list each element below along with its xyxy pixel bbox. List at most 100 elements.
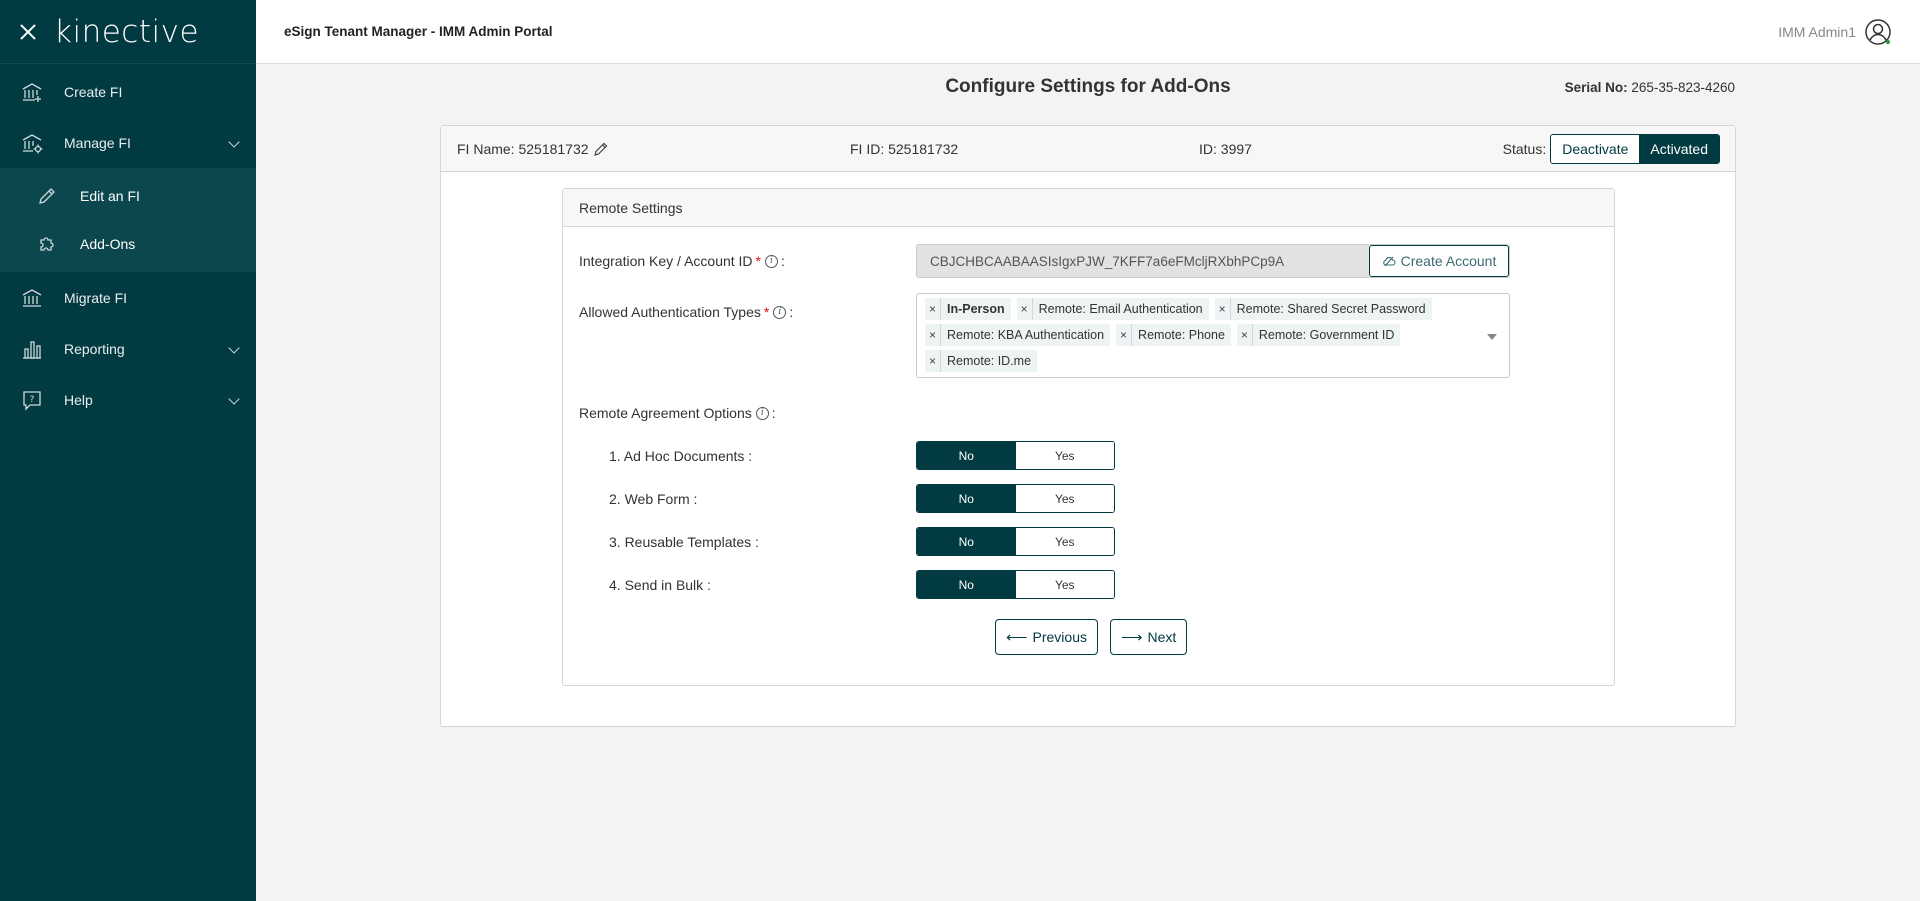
remove-tag-icon[interactable]: ×	[1237, 324, 1253, 346]
create-account-button[interactable]: Create Account	[1369, 245, 1509, 277]
ad-hoc-yes-button[interactable]: Yes	[1015, 442, 1114, 469]
previous-button[interactable]: ⟵ Previous	[995, 619, 1098, 655]
tag-label: Remote: Phone	[1138, 328, 1225, 342]
label-colon: :	[771, 405, 776, 421]
web-form-no-button[interactable]: No	[917, 485, 1016, 512]
edit-pencil-icon[interactable]	[593, 141, 609, 157]
dropdown-arrow-icon[interactable]	[1487, 334, 1497, 340]
serial-label: Serial No:	[1564, 80, 1628, 95]
integration-key-label: Integration Key / Account ID * i :	[579, 253, 785, 269]
required-marker: *	[763, 304, 770, 320]
sidebar-item-migrate-fi[interactable]: Migrate FI	[0, 272, 256, 323]
status-group: Status: Deactivate Activated	[1503, 134, 1720, 164]
app-title: eSign Tenant Manager - IMM Admin Portal	[284, 24, 553, 39]
option-reusable-templates-label: 3. Reusable Templates :	[609, 534, 759, 550]
fi-id: FI ID: 525181732	[850, 141, 959, 157]
web-form-toggle: No Yes	[916, 484, 1115, 513]
info-icon[interactable]: i	[755, 406, 769, 420]
bank-plus-icon	[20, 80, 44, 104]
serial-value: 265-35-823-4260	[1631, 80, 1735, 95]
sidebar-item-label: Add-Ons	[80, 236, 136, 252]
top-bar: eSign Tenant Manager - IMM Admin Portal …	[256, 0, 1920, 64]
reusable-templates-no-button[interactable]: No	[917, 528, 1016, 555]
label-colon: :	[789, 304, 794, 320]
required-marker: *	[755, 253, 761, 269]
auth-tag: × Remote: Email Authentication	[1016, 298, 1209, 320]
remove-tag-icon[interactable]: ×	[1116, 324, 1133, 346]
sidebar-item-add-ons[interactable]: Add-Ons	[0, 220, 256, 268]
settings-card: FI Name: 525181732 FI ID: 525181732 ID: …	[440, 125, 1736, 727]
bank-gear-icon	[20, 131, 44, 155]
option-ad-hoc-label: 1. Ad Hoc Documents :	[609, 448, 753, 464]
user-name: IMM Admin1	[1778, 23, 1856, 40]
user-menu[interactable]: IMM Admin1	[1778, 18, 1892, 46]
option-web-form-label: 2. Web Form :	[609, 491, 698, 507]
user-avatar-icon	[1864, 18, 1892, 46]
agreement-options-label-text: Remote Agreement Options	[579, 405, 752, 421]
sidebar-item-label: Edit an FI	[80, 188, 140, 204]
puzzle-icon	[36, 233, 58, 255]
logo: kinective	[54, 13, 200, 50]
bank-icon	[20, 286, 44, 310]
close-icon[interactable]	[20, 24, 36, 40]
sidebar-item-manage-fi[interactable]: Manage FI	[0, 117, 256, 168]
remove-tag-icon[interactable]: ×	[925, 298, 941, 320]
help-icon: ?	[20, 388, 44, 412]
send-in-bulk-toggle: No Yes	[916, 570, 1115, 599]
remote-settings-title: Remote Settings	[563, 189, 1614, 227]
send-in-bulk-yes-button[interactable]: Yes	[1015, 571, 1114, 598]
bar-chart-icon	[20, 337, 44, 361]
sidebar-item-reporting[interactable]: Reporting	[0, 323, 256, 374]
chevron-down-icon	[228, 393, 240, 405]
info-icon[interactable]: i	[765, 254, 778, 268]
label-colon: :	[781, 253, 785, 269]
auth-types-multiselect[interactable]: × In-Person × Remote: Email Authentication…	[916, 293, 1510, 378]
next-button[interactable]: ⟶ Next	[1110, 619, 1188, 655]
ad-hoc-no-button[interactable]: No	[917, 442, 1016, 469]
tag-label: Remote: ID.me	[947, 354, 1032, 368]
svg-text:?: ?	[30, 395, 35, 405]
remove-tag-icon[interactable]: ×	[925, 324, 941, 346]
status-toggle: Deactivate Activated	[1550, 134, 1720, 164]
chevron-down-icon	[228, 342, 240, 354]
auth-types-label: Allowed Authentication Types * i :	[579, 304, 793, 320]
remote-settings-panel: Remote Settings Integration Key / Accoun…	[562, 188, 1615, 686]
arrow-left-icon: ⟵	[1006, 629, 1028, 646]
deactivate-button[interactable]: Deactivate	[1551, 135, 1640, 163]
web-form-yes-button[interactable]: Yes	[1015, 485, 1114, 512]
reusable-templates-yes-button[interactable]: Yes	[1015, 528, 1114, 555]
record-id: ID: 3997	[1199, 141, 1252, 157]
auth-tag: × Remote: Shared Secret Password	[1214, 298, 1432, 320]
info-icon[interactable]: i	[773, 305, 787, 319]
remove-tag-icon[interactable]: ×	[1215, 298, 1231, 320]
auth-tag: × Remote: Government ID	[1236, 324, 1401, 346]
chevron-down-icon	[228, 136, 240, 148]
integration-key-field: CBJCHBCAABAASIsIgxPJW_7KFF7a6eFMcljRXbhP…	[916, 244, 1510, 278]
sidebar-item-create-fi[interactable]: Create FI	[0, 66, 256, 117]
sidebar-item-label: Reporting	[64, 340, 125, 357]
auth-types-label-text: Allowed Authentication Types	[579, 304, 761, 320]
remove-tag-icon[interactable]: ×	[925, 350, 941, 372]
fi-name: FI Name: 525181732	[457, 141, 609, 157]
option-send-in-bulk-label: 4. Send in Bulk :	[609, 577, 711, 593]
tag-label: Remote: Government ID	[1258, 328, 1395, 342]
sidebar-item-label: Help	[64, 391, 93, 408]
integration-key-label-text: Integration Key / Account ID	[579, 253, 753, 269]
remove-tag-icon[interactable]: ×	[1017, 298, 1033, 320]
status-label: Status:	[1502, 141, 1547, 157]
auth-tag: × Remote: KBA Authentication	[925, 324, 1111, 346]
ad-hoc-toggle: No Yes	[916, 441, 1115, 470]
send-in-bulk-no-button[interactable]: No	[917, 571, 1016, 598]
sidebar-item-edit-fi[interactable]: Edit an FI	[0, 172, 256, 220]
tag-label: In-Person	[947, 302, 1005, 316]
pencil-icon	[36, 185, 58, 207]
sidebar-item-help[interactable]: ? Help	[0, 374, 256, 425]
manage-fi-submenu: Edit an FI Add-Ons	[0, 168, 256, 272]
activated-button[interactable]: Activated	[1639, 135, 1719, 163]
integration-key-input[interactable]: CBJCHBCAABAASIsIgxPJW_7KFF7a6eFMcljRXbhP…	[917, 245, 1369, 277]
serial-number: Serial No: 265-35-823-4260	[1565, 80, 1735, 95]
agreement-options-label: Remote Agreement Options i :	[579, 405, 776, 421]
sidebar: kinective Create FI Manage FI Edit an FI…	[0, 0, 256, 901]
fi-name-text: FI Name: 525181732	[457, 141, 589, 157]
sidebar-item-label: Manage FI	[64, 134, 131, 151]
